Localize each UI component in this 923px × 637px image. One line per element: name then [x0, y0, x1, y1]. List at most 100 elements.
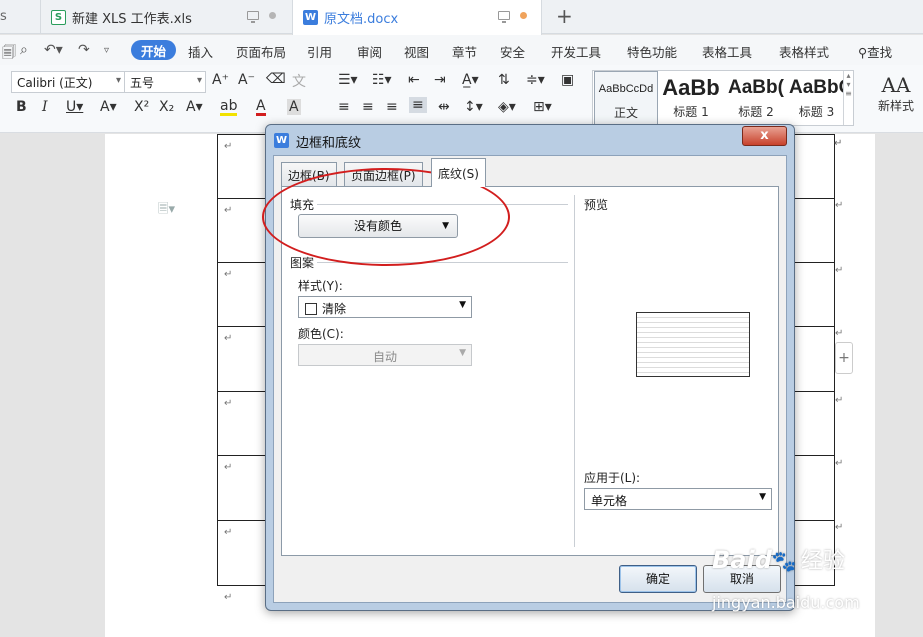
tab-page-borders[interactable]: 页面边框(P): [344, 162, 423, 186]
monitor-icon[interactable]: [498, 11, 510, 23]
menu-start[interactable]: 开始: [131, 40, 177, 60]
tab-docx-label: 原文档.docx: [324, 12, 399, 27]
chinese-layout-icon[interactable]: A̲▾: [462, 72, 479, 88]
table-row-divider: [218, 326, 268, 327]
menu-view[interactable]: 视图: [404, 42, 429, 61]
style-heading-1-name: 标题 1: [673, 105, 709, 119]
style-gallery-scroll[interactable]: ▴ ▾ ≡: [843, 71, 853, 125]
monitor-icon[interactable]: [247, 11, 259, 23]
menu-insert[interactable]: 插入: [188, 42, 213, 61]
font-effect-icon[interactable]: A▾: [100, 99, 117, 115]
style-normal-sample: AaBbCcDd: [598, 83, 654, 95]
redo-icon[interactable]: ↷: [78, 42, 90, 58]
highlight-icon[interactable]: ab: [220, 99, 238, 116]
phonetic-icon[interactable]: 文: [292, 71, 306, 91]
show-marks-icon[interactable]: ▣: [561, 72, 574, 88]
text-effect-icon[interactable]: A▾: [186, 99, 203, 115]
menu-review[interactable]: 审阅: [357, 42, 382, 61]
tab-borders[interactable]: 边框(B): [281, 162, 337, 186]
fill-group-line: [292, 204, 568, 205]
distribute-icon[interactable]: ⇹: [438, 99, 450, 115]
print-preview-icon[interactable]: ⌕: [20, 42, 28, 58]
paragraph-mark: ↵: [224, 527, 233, 538]
unsaved-dot[interactable]: [520, 12, 527, 19]
pattern-style-value: 清除: [322, 302, 347, 316]
pattern-style-select[interactable]: 清除 ▼: [298, 296, 472, 318]
align-right-icon[interactable]: ≡: [386, 99, 398, 115]
style-heading-2[interactable]: AaBb( 标题 2: [724, 71, 788, 125]
menu-section[interactable]: 章节: [452, 42, 477, 61]
font-color-icon[interactable]: A: [256, 99, 266, 116]
menu-references[interactable]: 引用: [307, 42, 332, 61]
document-nav-icon[interactable]: 🗏▾: [158, 200, 175, 222]
fill-color-button[interactable]: 没有颜色 ▼: [298, 214, 458, 238]
table-left-column[interactable]: ↵ ↵ ↵ ↵ ↵ ↵ ↵: [217, 134, 269, 586]
table-row-divider: [793, 391, 834, 392]
preview-label: 预览: [584, 198, 609, 212]
align-center-icon[interactable]: ≡: [362, 99, 374, 115]
align-left-icon[interactable]: ≡: [338, 99, 350, 115]
tab-xls[interactable]: S 新建 XLS 工作表.xls: [40, 0, 290, 34]
new-tab-button[interactable]: +: [556, 4, 573, 28]
clear-format-icon[interactable]: ⌫: [266, 71, 286, 87]
style-normal-name: 正文: [613, 106, 638, 120]
menu-developer[interactable]: 开发工具: [551, 42, 601, 61]
numbered-list-icon[interactable]: ☷▾: [372, 72, 392, 88]
style-heading-1-sample: AaBb: [662, 75, 720, 100]
menu-page-layout[interactable]: 页面布局: [236, 42, 286, 61]
fill-color-value: 没有颜色: [353, 219, 402, 233]
pattern-color-select[interactable]: 自动 ▼: [298, 344, 472, 366]
shading-fill-icon[interactable]: ◈▾: [498, 99, 516, 115]
paragraph-mark: ↵: [224, 269, 233, 280]
paragraph-spacing-icon[interactable]: ↕▾: [464, 99, 483, 115]
sort-icon[interactable]: ⇅: [498, 72, 510, 88]
apply-to-select[interactable]: 单元格 ▼: [584, 488, 772, 510]
save-icon[interactable]: 🗐: [2, 42, 16, 66]
borders-icon[interactable]: ⊞▾: [533, 99, 552, 115]
pattern-color-value: 自动: [372, 350, 397, 364]
dialog-titlebar[interactable]: W 边框和底纹 x: [266, 125, 794, 155]
tab-docx[interactable]: W 原文档.docx: [292, 0, 542, 35]
tab-shading[interactable]: 底纹(S): [431, 158, 486, 187]
new-style-label: 新样式: [877, 99, 914, 113]
shrink-font-icon[interactable]: A⁻: [238, 72, 255, 88]
ok-button[interactable]: 确定: [619, 565, 697, 593]
add-column-button[interactable]: +: [835, 342, 853, 374]
bullet-list-icon[interactable]: ☰▾: [338, 72, 358, 88]
table-right-column[interactable]: [792, 134, 835, 586]
customize-chevron-icon[interactable]: ▿: [104, 45, 109, 56]
new-style-button[interactable]: AA 新样式: [876, 73, 916, 114]
decrease-indent-icon[interactable]: ⇤: [408, 72, 420, 88]
tab-xls-label: 新建 XLS 工作表.xls: [72, 11, 192, 27]
menu-table-style[interactable]: 表格样式: [779, 42, 829, 61]
font-size-select[interactable]: 五号: [124, 71, 206, 93]
style-heading-1[interactable]: AaBb 标题 1: [659, 71, 723, 125]
row-end-mark: ↵: [835, 458, 844, 469]
menu-security[interactable]: 安全: [500, 42, 525, 61]
menu-table-tools[interactable]: 表格工具: [702, 42, 752, 61]
style-heading-3[interactable]: AaBbC( 标题 3: [789, 71, 844, 125]
grow-font-icon[interactable]: A⁺: [212, 72, 229, 88]
search-button[interactable]: ⚲查找: [858, 42, 892, 61]
menu-features[interactable]: 特色功能: [627, 42, 677, 61]
tab-bar: s S 新建 XLS 工作表.xls W 原文档.docx +: [0, 0, 923, 35]
close-button[interactable]: x: [742, 126, 787, 146]
cancel-button[interactable]: 取消: [703, 565, 781, 593]
italic-icon[interactable]: I: [42, 99, 48, 115]
superscript-icon[interactable]: X²: [134, 99, 149, 115]
search-label: 查找: [867, 45, 893, 60]
char-shading-icon[interactable]: A: [287, 99, 301, 115]
table-row-divider: [793, 326, 834, 327]
table-row-divider: [218, 262, 268, 263]
undo-icon[interactable]: ↶▾: [44, 42, 63, 58]
table-row-divider: [218, 391, 268, 392]
tab-status-dot[interactable]: [269, 12, 276, 19]
increase-indent-icon[interactable]: ⇥: [434, 72, 446, 88]
bold-icon[interactable]: B: [16, 99, 27, 115]
style-normal[interactable]: AaBbCcDd 正文: [594, 71, 658, 125]
justify-icon[interactable]: ≡: [409, 97, 427, 113]
font-name-select[interactable]: Calibri (正文): [11, 71, 125, 93]
line-spacing-icon[interactable]: ≑▾: [526, 72, 545, 88]
underline-icon[interactable]: U▾: [66, 99, 83, 115]
subscript-icon[interactable]: X₂: [159, 99, 174, 115]
